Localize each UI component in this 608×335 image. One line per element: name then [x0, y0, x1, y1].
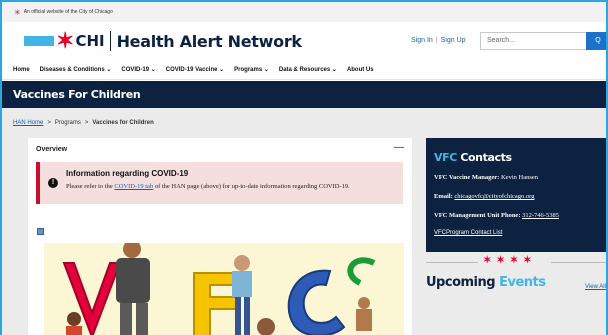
sign-up-link[interactable]: Sign Up: [441, 37, 466, 44]
vfc-illustration: [62, 243, 376, 335]
sign-in-link[interactable]: Sign In: [411, 37, 433, 44]
official-site-bar: ✳ An official website of the City of Chi…: [2, 2, 606, 22]
chicago-star-icon: ✶: [56, 28, 75, 53]
covid-alert: ! Information regarding COVID-19 Please …: [36, 162, 403, 204]
view-all-link[interactable]: View All: [585, 284, 606, 290]
search-button[interactable]: Q: [586, 32, 606, 50]
manager-name: Kevin Hansen: [500, 174, 538, 181]
auth-links: Sign In | Sign Up: [411, 37, 466, 44]
email-link[interactable]: chicagovfc@cityofchicago.org: [454, 193, 534, 200]
divider-stars-icon: ✶✶✶✶: [483, 255, 537, 266]
collapse-button[interactable]: —: [394, 142, 404, 153]
nav-covid19[interactable]: COVID-19 ⌄: [121, 66, 155, 73]
covid-tab-link[interactable]: COVID-19 tab: [114, 183, 153, 190]
site-header: ✶ CHI Health Alert Network Sign In | Sign …: [2, 22, 606, 60]
overview-title: Overview: [36, 146, 68, 153]
manager-line: VFC Vaccine Manager: Kevin Hansen: [434, 174, 538, 181]
alert-text: Please refer to the COVID-19 tab of the …: [66, 183, 396, 192]
email-label: Email:: [434, 193, 455, 200]
breadcrumb-home[interactable]: HAN Home: [13, 120, 43, 126]
vfc-contacts-title-main: VFC: [434, 151, 457, 164]
alert-title: Information regarding COVID-19: [66, 169, 189, 178]
city-star-icon: ✳: [14, 7, 21, 17]
alert-text-post: of the HAN page (above) for up-to-date i…: [153, 183, 350, 190]
events-title-sub: Events: [495, 275, 546, 290]
phone-label: VFC Management Unit Phone:: [434, 212, 523, 219]
auth-separator: |: [435, 37, 438, 44]
nav-covid-vaccine[interactable]: COVID-19 Vaccine ⌄: [166, 66, 224, 73]
email-line: Email: chicagovfc@cityofchicago.org: [434, 193, 534, 200]
logo-divider: [109, 31, 111, 51]
nav-home[interactable]: Home: [13, 67, 30, 73]
vfc-logo-image: [44, 243, 404, 335]
broken-image-icon: [37, 228, 44, 235]
divider-line-left: [426, 262, 478, 263]
breadcrumb: HAN Home > Programs > Vaccines for Children: [13, 120, 154, 126]
nav-about[interactable]: About Us: [347, 67, 374, 73]
vfc-contacts-panel: VFC Contacts VFC Vaccine Manager: Kevin …: [426, 138, 606, 252]
browser-frame: ✳ An official website of the City of Chi…: [0, 0, 608, 335]
events-title-main: Upcoming: [426, 275, 496, 290]
vfc-contacts-title-sub: Contacts: [456, 151, 512, 164]
breadcrumb-sep-1: >: [47, 120, 51, 126]
site-title[interactable]: Health Alert Network: [117, 32, 302, 51]
alert-text-pre: Please refer to the: [66, 183, 115, 190]
divider-line-right: [551, 262, 606, 263]
breadcrumb-programs[interactable]: Programs: [55, 120, 81, 126]
stars-divider: ✶✶✶✶: [426, 255, 606, 269]
nav-data-resources[interactable]: Data & Resources ⌄: [279, 66, 337, 73]
upcoming-events-title: Upcoming Events: [426, 275, 546, 290]
breadcrumb-sep-2: >: [84, 120, 89, 126]
vfc-contacts-title: VFC Contacts: [434, 151, 512, 164]
nav-diseases[interactable]: Diseases & Conditions ⌄: [40, 66, 112, 73]
chicago-flag-bar-icon: [24, 36, 54, 46]
official-site-text: An official website of the City of Chica…: [23, 9, 113, 15]
nav-programs[interactable]: Programs ⌄: [234, 66, 269, 73]
breadcrumb-current: Vaccines for Children: [92, 120, 154, 126]
overview-card: Overview — ! Information regarding COVID…: [28, 138, 412, 335]
contact-list-link[interactable]: VFCProgram Contact List: [434, 230, 502, 236]
main-nav: Home Diseases & Conditions ⌄ COVID-19 ⌄ …: [2, 60, 606, 80]
manager-label: VFC Vaccine Manager:: [434, 174, 501, 181]
logo-chi[interactable]: CHI: [75, 32, 104, 50]
page-title-banner: Vaccines For Children: [2, 81, 606, 108]
phone-link[interactable]: 312-746-5385: [522, 212, 559, 219]
phone-line: VFC Management Unit Phone: 312-746-5385: [434, 212, 559, 219]
alert-exclamation-icon: !: [48, 178, 58, 188]
